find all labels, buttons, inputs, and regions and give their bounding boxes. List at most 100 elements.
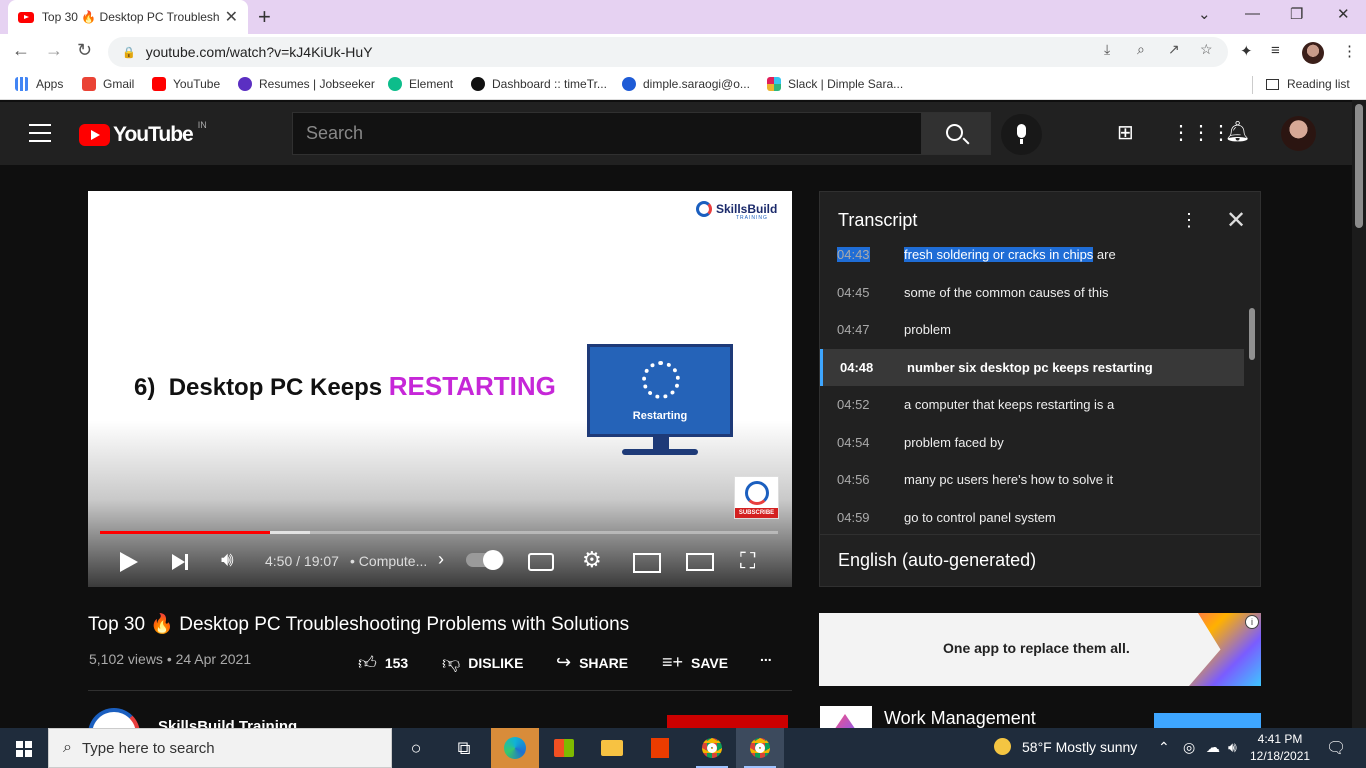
- system-clock[interactable]: 4:41 PM 12/18/2021: [1250, 731, 1310, 765]
- restore-icon[interactable]: ❐: [1290, 5, 1303, 23]
- bookmark-mail[interactable]: dimple.saraogi@o...: [622, 77, 750, 91]
- close-icon[interactable]: ✕: [1226, 206, 1246, 235]
- chapter-chevron-icon[interactable]: ›: [438, 549, 444, 570]
- chrome-menu-icon[interactable]: ⋮: [1342, 42, 1357, 60]
- forward-icon[interactable]: →: [45, 40, 63, 61]
- cortana-icon[interactable]: ○: [392, 728, 440, 768]
- bookmark-timetracker[interactable]: Dashboard :: timeTr...: [471, 77, 607, 91]
- transcript-row[interactable]: 04:59 go to control panel system: [820, 499, 1244, 533]
- like-button[interactable]: 👍︎ 153: [358, 652, 408, 674]
- chapter-title[interactable]: • Compute...: [350, 553, 427, 569]
- bookmark-star-icon[interactable]: ☆: [1200, 41, 1213, 58]
- reload-icon[interactable]: ↻: [77, 40, 92, 61]
- share-icon[interactable]: ↗: [1168, 41, 1180, 58]
- next-icon[interactable]: [172, 554, 188, 570]
- media-control-icon[interactable]: ≡: [1271, 42, 1280, 59]
- scrollbar-thumb[interactable]: [1355, 104, 1363, 228]
- more-options-icon[interactable]: ⋮: [1180, 210, 1198, 231]
- slide-highlight: RESTARTING: [388, 371, 556, 401]
- menu-icon[interactable]: [29, 124, 51, 142]
- install-icon[interactable]: ⤓: [1104, 41, 1110, 58]
- apps-grid-icon[interactable]: ⋮⋮⋮: [1171, 120, 1231, 145]
- tab-title: Top 30 🔥 Desktop PC Troubleshooting: [41, 10, 219, 24]
- volume-icon[interactable]: 🔊︎: [1228, 739, 1237, 756]
- bookmark-slack[interactable]: Slack | Dimple Sara...: [767, 77, 903, 91]
- extensions-icon[interactable]: ✦: [1240, 42, 1253, 60]
- reading-list-button[interactable]: Reading list: [1266, 77, 1350, 91]
- bookmark-element[interactable]: Element: [388, 77, 453, 91]
- autoplay-toggle[interactable]: [466, 550, 504, 570]
- volume-icon[interactable]: 🔊︎: [221, 549, 234, 572]
- bookmark-youtube[interactable]: YouTube: [152, 77, 220, 91]
- taskbar-store[interactable]: [540, 728, 588, 768]
- zoom-icon[interactable]: ⌕: [1137, 41, 1145, 58]
- account-avatar[interactable]: [1281, 116, 1316, 151]
- meet-now-icon[interactable]: ◎: [1183, 739, 1195, 756]
- browser-tab[interactable]: Top 30 🔥 Desktop PC Troubleshooting ✕: [8, 0, 248, 34]
- save-button[interactable]: ≡+ SAVE: [662, 652, 728, 673]
- tray-chevron-icon[interactable]: ⌃: [1158, 739, 1170, 756]
- address-bar[interactable]: 🔒 youtube.com/watch?v=kJ4KiUk-HuY: [108, 37, 1228, 67]
- ad-title[interactable]: Work Management: [884, 708, 1036, 729]
- page-scrollbar[interactable]: [1352, 100, 1366, 728]
- time-display: 4:50 / 19:07: [265, 553, 339, 569]
- miniplayer-icon[interactable]: [633, 553, 661, 573]
- windows-start-icon[interactable]: [16, 741, 32, 757]
- back-icon[interactable]: ←: [12, 40, 30, 61]
- transcript-row[interactable]: 04:43 fresh soldering or cracks in chips …: [820, 242, 1244, 273]
- bookmark-jobseeker[interactable]: Resumes | Jobseeker: [238, 77, 375, 91]
- element-icon: [388, 77, 402, 91]
- subtitles-icon[interactable]: [528, 553, 554, 571]
- bookmark-gmail[interactable]: Gmail: [82, 77, 134, 91]
- onedrive-icon[interactable]: ☁: [1206, 739, 1220, 756]
- dislike-button[interactable]: 👎︎ DISLIKE: [442, 652, 524, 674]
- fullscreen-icon[interactable]: ⛶: [740, 548, 755, 574]
- transcript-row[interactable]: 04:56 many pc users here's how to solve i…: [820, 461, 1244, 498]
- transcript-text: number six desktop pc keeps restarting: [907, 360, 1153, 375]
- share-button[interactable]: ↪ SHARE: [556, 652, 628, 673]
- transcript-timestamp: 04:43: [837, 247, 870, 262]
- progress-bar[interactable]: [100, 531, 778, 534]
- theater-mode-icon[interactable]: [686, 553, 714, 571]
- taskbar-office[interactable]: [636, 728, 684, 768]
- task-view-icon[interactable]: ⧉: [440, 728, 488, 768]
- close-window-icon[interactable]: ✕: [1337, 5, 1350, 23]
- settings-gear-icon[interactable]: ⚙: [582, 547, 602, 573]
- transcript-row[interactable]: 04:48 number six desktop pc keeps restart…: [820, 348, 1244, 386]
- taskbar-explorer[interactable]: [588, 728, 636, 768]
- voice-search-button[interactable]: [1001, 114, 1042, 155]
- minimize-icon[interactable]: —: [1245, 5, 1260, 22]
- taskbar-chrome-active[interactable]: [736, 728, 784, 768]
- ad-banner[interactable]: One app to replace them all. i: [819, 613, 1261, 686]
- ad-info-icon[interactable]: i: [1245, 615, 1259, 629]
- transcript-row[interactable]: 04:47 problem: [820, 311, 1244, 348]
- subscribe-watermark[interactable]: SUBSCRIBE: [734, 476, 779, 519]
- video-player[interactable]: SkillsBuild TRAINING 6) Desktop PC Keeps…: [88, 191, 792, 587]
- transcript-row[interactable]: 04:52 a computer that keeps restarting is…: [820, 386, 1244, 423]
- weather-widget[interactable]: 58°F Mostly sunny: [994, 738, 1137, 755]
- taskbar-search-input[interactable]: ⌕ Type here to search: [48, 728, 392, 768]
- youtube-logo[interactable]: YouTube IN: [79, 120, 207, 147]
- tab-search-icon[interactable]: ⌄: [1198, 5, 1211, 23]
- transcript-row[interactable]: 04:45 some of the common causes of this: [820, 274, 1244, 311]
- taskbar-edge[interactable]: [491, 728, 539, 768]
- sunny-icon: [994, 738, 1011, 755]
- player-controls: 🔊︎ 4:50 / 19:07 • Compute... › ⚙ ⛶: [88, 537, 792, 587]
- more-actions-button[interactable]: ...: [760, 648, 772, 664]
- close-tab-icon[interactable]: ✕: [225, 7, 238, 27]
- play-icon[interactable]: [120, 552, 138, 572]
- transcript-row[interactable]: 04:54 problem faced by: [820, 424, 1244, 461]
- search-input[interactable]: Search: [292, 112, 922, 155]
- transcript-scrollbar[interactable]: [1249, 308, 1255, 360]
- profile-avatar[interactable]: [1302, 42, 1324, 64]
- notifications-bell-icon[interactable]: 🔔︎: [1225, 119, 1250, 144]
- youtube-icon: [152, 77, 166, 91]
- create-video-icon[interactable]: ⊞: [1117, 120, 1134, 145]
- transcript-text: go to control panel system: [904, 510, 1056, 525]
- language-selector[interactable]: English (auto-generated): [838, 550, 1036, 571]
- taskbar-chrome[interactable]: [688, 728, 736, 768]
- bookmark-apps[interactable]: Apps: [15, 77, 63, 91]
- notifications-icon[interactable]: 🗨︎: [1326, 738, 1346, 758]
- new-tab-icon[interactable]: +: [258, 4, 271, 30]
- search-button[interactable]: [921, 112, 991, 155]
